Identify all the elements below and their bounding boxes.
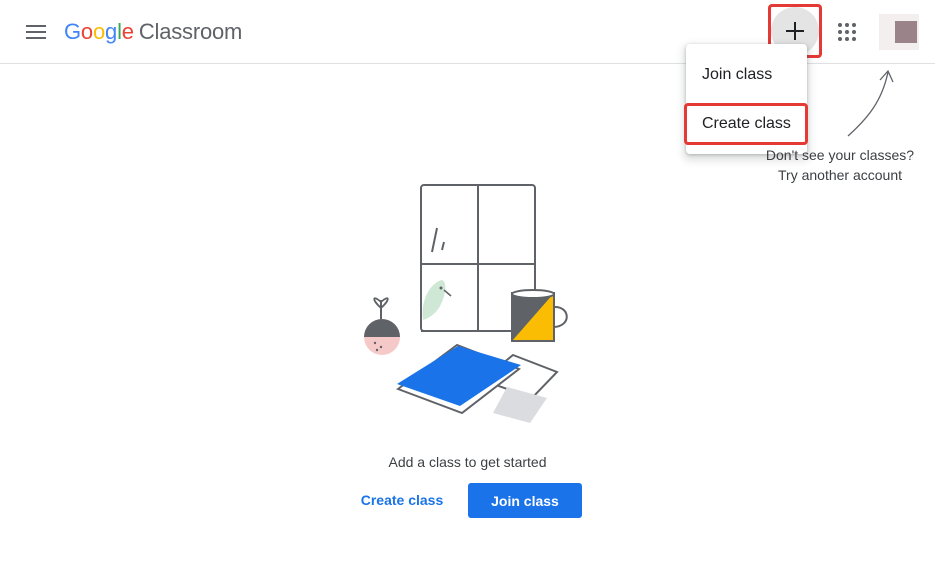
menu-item-create-class[interactable]: Create class — [686, 104, 807, 144]
hint-line-2[interactable]: Try another account — [745, 165, 935, 185]
join-class-button[interactable]: Join class — [468, 483, 582, 518]
main-menu-button[interactable] — [20, 16, 52, 48]
product-name: Classroom — [138, 19, 243, 44]
account-hint: Don't see your classes? Try another acco… — [745, 145, 935, 185]
account-avatar[interactable] — [879, 14, 919, 50]
logo-letter: o — [80, 19, 93, 44]
hamburger-menu-icon — [26, 25, 46, 39]
empty-state-message: Add a class to get started — [388, 454, 547, 470]
hint-line-1: Don't see your classes? — [765, 147, 915, 163]
logo-letter: g — [105, 19, 118, 44]
classroom-home: Google Classroom Join class Create class — [0, 0, 935, 570]
create-class-link[interactable]: Create class — [350, 484, 454, 516]
logo-letter: e — [121, 19, 134, 44]
logo-letter: o — [92, 19, 106, 44]
empty-state-illustration — [364, 184, 568, 423]
hint-arrow-icon — [847, 69, 894, 137]
avatar-image — [895, 21, 917, 43]
create-join-menu: Join class Create class — [686, 44, 807, 154]
menu-item-join-class[interactable]: Join class — [686, 55, 807, 95]
google-classroom-logo[interactable]: Google Classroom — [64, 16, 242, 48]
plus-icon — [786, 22, 804, 40]
logo-letter: G — [64, 19, 81, 44]
google-apps-button[interactable] — [831, 16, 863, 48]
apps-grid-icon — [838, 23, 856, 41]
